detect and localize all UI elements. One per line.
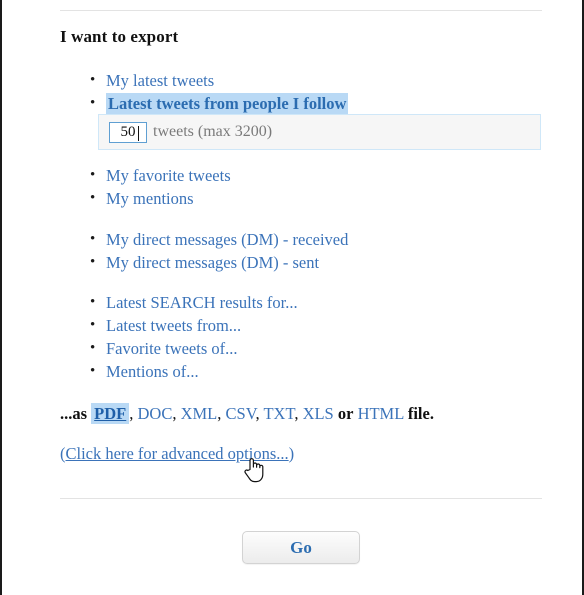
list-item[interactable]: My latest tweets <box>84 69 544 92</box>
export-option-list-d: Latest SEARCH results for... Latest twee… <box>84 291 544 383</box>
format-link-txt[interactable]: TXT <box>263 404 294 423</box>
export-option-list-c: My direct messages (DM) - received My di… <box>84 228 544 274</box>
format-line-suffix: file. <box>407 404 434 423</box>
format-link-doc[interactable]: DOC <box>138 404 173 423</box>
list-item[interactable]: Latest tweets from people I follow <box>84 92 544 115</box>
export-option-list-b: My favorite tweets My mentions <box>84 164 544 210</box>
advanced-options-line: (Click here for advanced options...) <box>60 444 294 464</box>
list-item[interactable]: My direct messages (DM) - received <box>84 228 544 251</box>
page-title: I want to export <box>60 27 179 46</box>
advanced-close-paren: ) <box>288 444 295 463</box>
option-link-latest-search-results[interactable]: Latest SEARCH results for... <box>106 293 298 312</box>
go-button[interactable]: Go <box>242 531 360 564</box>
list-item[interactable]: Mentions of... <box>84 360 544 383</box>
option-link-latest-tweets-from-people-i-follow[interactable]: Latest tweets from people I follow <box>106 93 349 114</box>
format-selection-line: ...as PDF, DOC, XML, CSV, TXT, XLS or HT… <box>60 403 434 425</box>
format-link-html[interactable]: HTML <box>358 404 404 423</box>
option-link-my-latest-tweets[interactable]: My latest tweets <box>106 71 214 90</box>
advanced-options-link[interactable]: Click here for advanced options... <box>66 444 289 463</box>
option-link-dm-received[interactable]: My direct messages (DM) - received <box>106 230 348 249</box>
format-sep-2: , <box>172 404 177 423</box>
list-item[interactable]: My favorite tweets <box>84 164 544 187</box>
divider-top <box>60 10 542 11</box>
page-frame: I want to export My latest tweets Latest… <box>0 0 584 595</box>
format-link-xls[interactable]: XLS <box>303 404 334 423</box>
format-line-prefix: ...as <box>60 404 88 423</box>
list-item[interactable]: Latest SEARCH results for... <box>84 291 544 314</box>
format-sep-3: , <box>217 404 222 423</box>
tweet-count-input[interactable] <box>109 121 147 143</box>
option-link-dm-sent[interactable]: My direct messages (DM) - sent <box>106 253 319 272</box>
format-link-csv[interactable]: CSV <box>226 404 256 423</box>
format-link-xml[interactable]: XML <box>181 404 218 423</box>
option-link-mentions-of[interactable]: Mentions of... <box>106 362 199 381</box>
export-options-group-favorites: My favorite tweets My mentions <box>84 164 544 210</box>
option-link-my-mentions[interactable]: My mentions <box>106 189 194 208</box>
export-option-list-a: My latest tweets Latest tweets from peop… <box>84 69 544 115</box>
option-link-my-favorite-tweets[interactable]: My favorite tweets <box>106 166 231 185</box>
export-options-group-latest: My latest tweets Latest tweets from peop… <box>84 69 544 115</box>
format-sep-1: , <box>129 404 134 423</box>
format-sep-4: , <box>255 404 260 423</box>
text-caret <box>138 125 139 141</box>
option-link-favorite-tweets-of[interactable]: Favorite tweets of... <box>106 339 238 358</box>
format-link-pdf[interactable]: PDF <box>91 403 130 424</box>
format-or-word: or <box>337 404 354 423</box>
tweet-count-panel: tweets (max 3200) <box>98 114 541 150</box>
list-item[interactable]: Latest tweets from... <box>84 314 544 337</box>
tweet-count-label: tweets (max 3200) <box>153 123 273 140</box>
format-sep-5: , <box>294 404 299 423</box>
list-item[interactable]: Favorite tweets of... <box>84 337 544 360</box>
export-options-group-direct-messages: My direct messages (DM) - received My di… <box>84 228 544 274</box>
divider-bottom <box>60 498 542 499</box>
list-item[interactable]: My direct messages (DM) - sent <box>84 251 544 274</box>
list-item[interactable]: My mentions <box>84 187 544 210</box>
export-options-group-other: Latest SEARCH results for... Latest twee… <box>84 291 544 383</box>
option-link-latest-tweets-from[interactable]: Latest tweets from... <box>106 316 241 335</box>
